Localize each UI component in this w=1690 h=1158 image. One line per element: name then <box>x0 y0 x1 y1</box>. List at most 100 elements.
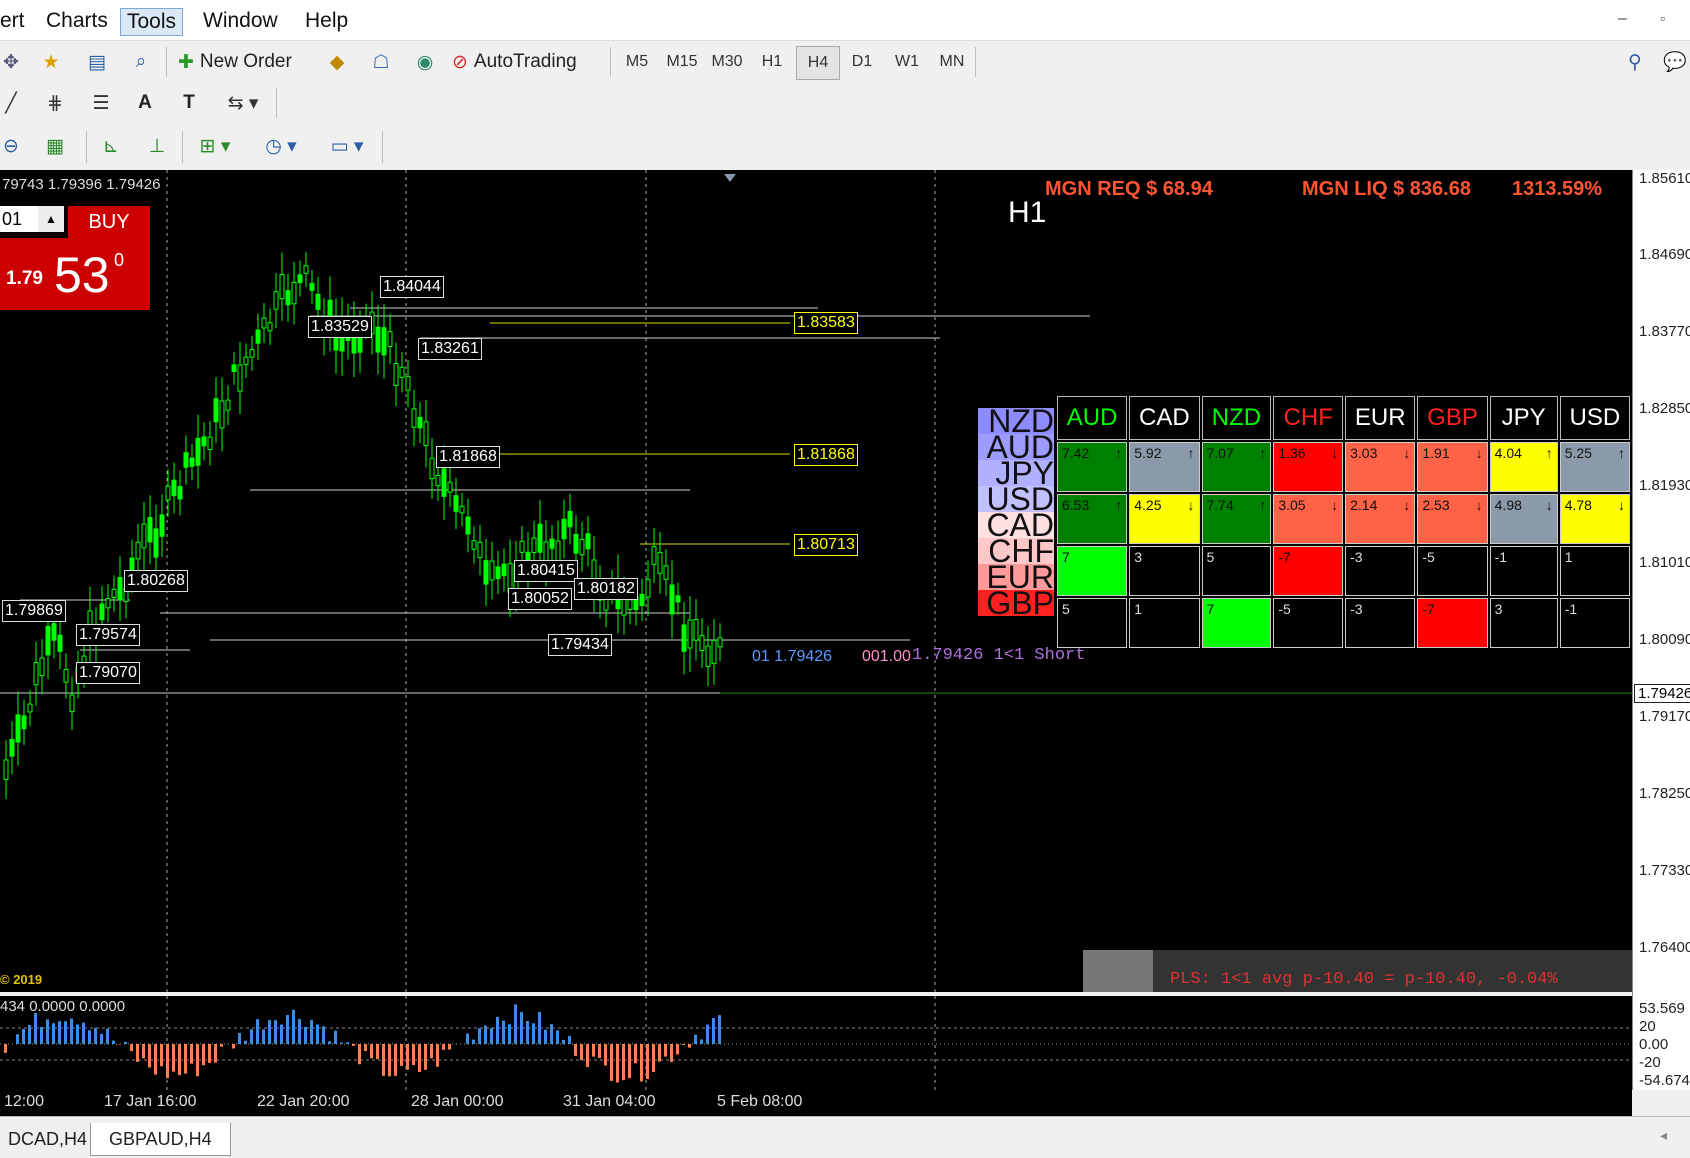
data-window-icon[interactable]: ⌕ <box>124 45 158 79</box>
histogram-bar <box>142 1044 145 1058</box>
text-label-tool[interactable]: T <box>172 86 206 120</box>
histogram-bar <box>202 1044 205 1065</box>
lot-stepper-up-icon[interactable]: ▲ <box>38 206 64 232</box>
histogram-bar <box>76 1024 79 1044</box>
tf-m5[interactable]: M5 <box>616 46 658 78</box>
candle-body <box>286 291 290 305</box>
candle-body <box>250 350 254 358</box>
menu-expert[interactable]: ert <box>0 8 31 34</box>
templates-dropdown-icon[interactable]: ▭ ▾ <box>322 129 372 163</box>
indicators-dropdown-icon[interactable]: ⊞ ▾ <box>190 129 240 163</box>
navigator-icon[interactable]: ▤ <box>80 45 114 79</box>
fibonacci-fan-icon[interactable]: ⋕ <box>38 86 72 120</box>
strength-value: 7.07 <box>1207 445 1234 461</box>
zoom-out-icon[interactable]: ⊖ <box>0 129 22 163</box>
tf-d1[interactable]: D1 <box>841 46 883 78</box>
time-tick: 22 Jan 20:00 <box>257 1093 350 1111</box>
strength-value: 5 <box>1207 549 1215 565</box>
tf-h1[interactable]: H1 <box>751 46 793 78</box>
price-tick: 1.84690 <box>1639 246 1690 263</box>
histogram-bar <box>22 1029 25 1044</box>
market-icon[interactable]: ◉ <box>408 45 442 79</box>
scroll-left-icon[interactable]: ◂ <box>1660 1127 1667 1144</box>
tab-gbpaud[interactable]: GBPAUD,H4 <box>90 1123 231 1156</box>
menu-charts[interactable]: Charts <box>40 8 114 34</box>
trendline-icon[interactable]: ╱ <box>0 86 22 120</box>
arrows-dropdown-icon[interactable]: ⇆ ▾ <box>218 86 268 120</box>
strength-value: 1 <box>1134 601 1142 617</box>
tf-m15[interactable]: M15 <box>661 46 703 78</box>
price-axis[interactable]: 1.85610 1.84690 1.83770 1.82850 1.81930 … <box>1632 170 1690 1090</box>
lot-size-input[interactable]: 01 <box>0 206 38 232</box>
signals-icon[interactable]: ☖ <box>364 45 398 79</box>
histogram-bar <box>418 1044 421 1072</box>
strength-cell: -5 <box>1417 546 1487 596</box>
line-label: 1.79434 <box>548 634 612 656</box>
auto-scroll-icon[interactable]: ⊾ <box>94 129 128 163</box>
time-tick: 28 Jan 00:00 <box>411 1093 504 1111</box>
tf-w1[interactable]: W1 <box>886 46 928 78</box>
histogram-bar <box>322 1026 325 1044</box>
strength-value: 2.14 <box>1350 497 1377 513</box>
candle-body <box>520 541 524 552</box>
favorites-icon[interactable]: ★ <box>34 45 68 79</box>
strength-value: 4.25 <box>1134 497 1161 513</box>
arrow-down-icon: ↓ <box>1331 445 1338 461</box>
candle-body <box>298 275 302 283</box>
histogram-bar <box>412 1044 415 1065</box>
tf-m30[interactable]: M30 <box>706 46 748 78</box>
indicator-level: -54.674 <box>1639 1072 1690 1089</box>
arrow-down-icon: ↓ <box>1476 497 1483 513</box>
text-tool[interactable]: A <box>128 86 162 120</box>
strength-cell: 2.53↓ <box>1417 494 1487 544</box>
histogram-bar <box>292 1010 295 1044</box>
candle-body <box>676 596 680 602</box>
new-order-button[interactable]: ✚New Order <box>178 45 312 79</box>
histogram-bar <box>664 1044 667 1057</box>
autotrading-button[interactable]: ⊘AutoTrading <box>452 45 612 79</box>
histogram-bar <box>658 1044 661 1062</box>
strength-cell: 7 <box>1202 598 1272 648</box>
menu-window[interactable]: Window <box>197 8 284 34</box>
chart-shift-icon[interactable]: ⊥ <box>140 129 174 163</box>
tile-windows-icon[interactable]: ▦ <box>38 129 72 163</box>
buy-price-panel[interactable]: 1.79 53 0 <box>0 238 150 310</box>
candle-body <box>178 487 182 499</box>
histogram-bar <box>490 1028 493 1044</box>
price-chart[interactable]: 79743 1.79396 1.79426 01 ▲ BUY 1.79 53 0… <box>0 170 1632 992</box>
line-label: 1.84044 <box>380 276 444 298</box>
tf-h4[interactable]: H4 <box>796 46 840 80</box>
copyright-text: © 2019 <box>0 972 42 987</box>
current-price-tag: 1.79426 <box>1634 684 1690 703</box>
candle-body <box>310 284 314 291</box>
menu-help[interactable]: Help <box>299 8 354 34</box>
search-icon[interactable]: ⚲ <box>1620 45 1650 79</box>
histogram-bar <box>676 1044 679 1054</box>
market-watch-icon[interactable]: ◆ <box>320 45 354 79</box>
line-label: 1.79070 <box>76 662 140 684</box>
indicator-window[interactable]: 434 0.0000 0.0000 <box>0 996 1632 1090</box>
tf-mn[interactable]: MN <box>931 46 973 78</box>
menu-tools[interactable]: Tools <box>120 8 183 36</box>
histogram-bar <box>472 1040 475 1044</box>
strength-header: NZD <box>1202 396 1272 440</box>
line-label: 1.80268 <box>124 570 188 592</box>
buy-price-sup: 0 <box>114 250 124 271</box>
crosshair-icon[interactable]: ✥ <box>0 45 22 79</box>
candle-body <box>262 318 266 328</box>
fibonacci-icon[interactable]: ☰ <box>84 86 118 120</box>
candle-body <box>454 496 458 512</box>
buy-button[interactable]: BUY <box>68 206 150 238</box>
chat-icon[interactable]: 💬 <box>1660 45 1690 79</box>
histogram-bar <box>634 1044 637 1063</box>
time-axis[interactable]: 12:00 17 Jan 16:00 22 Jan 20:00 28 Jan 0… <box>0 1090 1632 1116</box>
buy-price-small: 1.79 <box>6 268 43 290</box>
histogram-bar <box>580 1044 583 1060</box>
minimize-icon[interactable]: – <box>1618 10 1627 28</box>
histogram-bar <box>628 1044 631 1078</box>
candle-body <box>256 330 260 343</box>
periods-dropdown-icon[interactable]: ◷ ▾ <box>256 129 306 163</box>
histogram-bar <box>682 1044 685 1045</box>
candle-body <box>148 517 152 541</box>
restore-icon[interactable]: ▫ <box>1660 10 1665 26</box>
